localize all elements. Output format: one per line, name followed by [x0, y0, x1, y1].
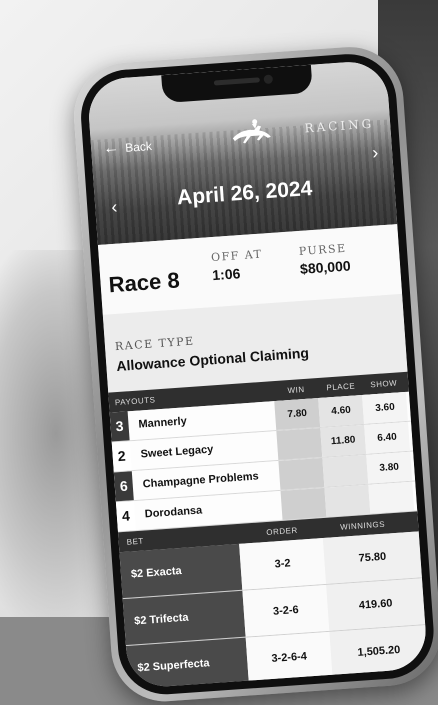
purse-label: PURSE [298, 241, 348, 259]
post-position: 3 [109, 411, 130, 442]
place-payout: 4.60 [318, 394, 365, 427]
horse-name: Sweet Legacy [140, 443, 214, 461]
bet-type: $2 Superfecta [125, 637, 249, 689]
horse-name: Mannerly [138, 415, 188, 431]
back-button[interactable]: ← Back [103, 138, 153, 157]
phone-device: ← Back RACING ‹ › April 26, 2024 Race 8 … [70, 43, 438, 705]
payouts-title: PAYOUTS [114, 395, 156, 408]
race-number: Race 8 [107, 267, 181, 298]
post-position: 4 [115, 501, 136, 532]
show-payout: 6.40 [364, 421, 411, 454]
col-order-header: ORDER [266, 525, 299, 537]
post-position: 6 [113, 471, 134, 502]
place-payout [324, 484, 371, 517]
show-payout [368, 481, 415, 514]
speaker-grille [213, 77, 260, 86]
win-payout [278, 457, 325, 490]
payouts-table: PAYOUTS WIN PLACE SHOW 3 Mannerly 7.80 4… [108, 371, 418, 533]
place-payout [322, 454, 369, 487]
bet-winnings: 419.60 [326, 578, 426, 631]
win-payout [276, 427, 323, 460]
off-at-value: 1:06 [211, 265, 241, 284]
place-payout: 11.80 [320, 424, 367, 457]
purse-value: $80,000 [299, 257, 352, 277]
horse-name: Dorodansa [144, 504, 203, 521]
off-at-label: OFF AT [210, 247, 263, 265]
horse-jockey-icon [232, 119, 271, 144]
col-win-header: WIN [287, 384, 305, 396]
post-position: 2 [111, 441, 132, 472]
horse-name: Champagne Problems [142, 470, 260, 491]
col-place-header: PLACE [326, 381, 356, 393]
race-type-label: RACE TYPE [114, 334, 196, 354]
camera-icon [263, 74, 274, 85]
bet-type: $2 Trifecta [122, 590, 246, 646]
arrow-left-icon: ← [102, 139, 120, 158]
show-payout: 3.60 [362, 391, 408, 424]
bet-order: 3-2 [239, 538, 327, 590]
back-label: Back [124, 139, 153, 155]
win-payout: 7.80 [274, 398, 321, 431]
col-winnings-header: WINNINGS [339, 519, 386, 532]
bet-order: 3-2-6 [242, 584, 330, 637]
win-payout [280, 487, 327, 520]
col-bet-header: BET [126, 536, 145, 547]
exotic-bets-table: BET ORDER WINNINGS $2 Exacta 3-2 75.80 $… [118, 511, 429, 689]
show-payout: 3.80 [366, 451, 413, 484]
phone-screen: ← Back RACING ‹ › April 26, 2024 Race 8 … [86, 59, 429, 689]
bet-winnings: 75.80 [322, 531, 422, 584]
bet-type: $2 Exacta [119, 543, 243, 599]
col-show-header: SHOW [370, 378, 398, 390]
